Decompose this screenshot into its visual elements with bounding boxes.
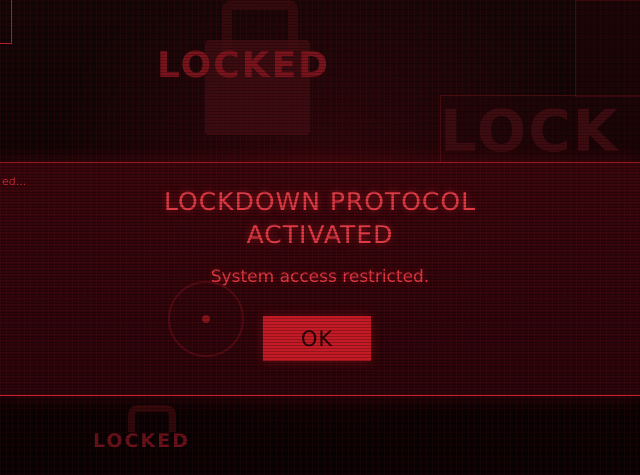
dialog-message: System access restricted. [210,267,430,287]
background-lock-text: LOCK [440,97,620,165]
background-locked-text-small: LOCKED [93,430,190,452]
ok-button[interactable]: OK [263,316,371,361]
background-locked-text: LOCKED [157,45,331,86]
dialog-title-line2: ACTIVATED [246,220,394,249]
corner-frame [0,0,12,44]
target-dot-icon [202,315,210,323]
lockdown-dialog: ed... LOCKDOWN PROTOCOL ACTIVATED System… [0,162,640,396]
padlock-shackle-icon [128,405,176,432]
dialog-title-line1: LOCKDOWN PROTOCOL [164,187,476,216]
background-panel [575,0,640,97]
